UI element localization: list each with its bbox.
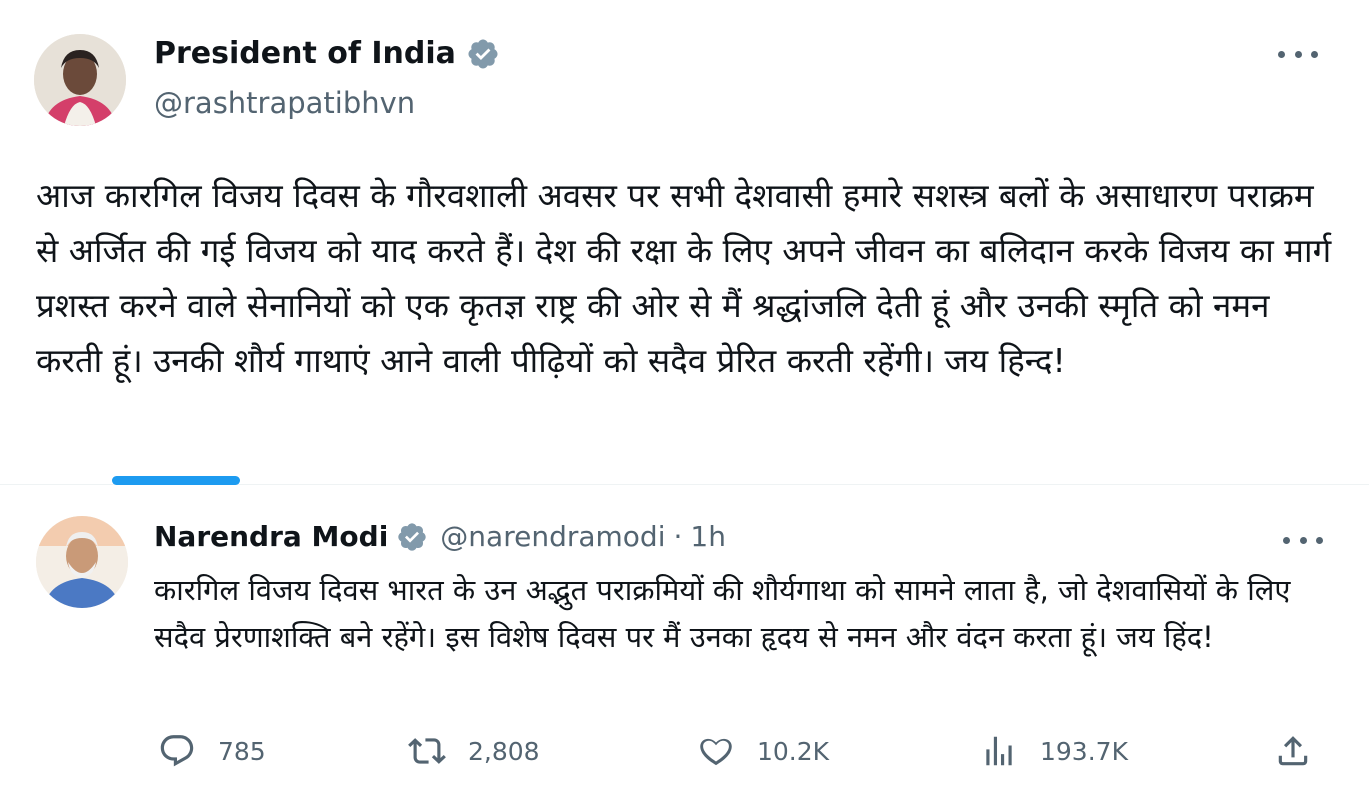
reply-count: 785 [218, 736, 266, 766]
reply-button[interactable]: 785 [158, 732, 266, 770]
views-button[interactable]: 193.7K [980, 732, 1128, 770]
avatar-president[interactable] [34, 34, 126, 126]
verified-badge-icon [468, 38, 498, 69]
reply-timestamp[interactable]: 1h [690, 520, 726, 553]
heart-icon [700, 738, 732, 766]
share-icon [1278, 736, 1308, 766]
more-options-icon[interactable] [1283, 530, 1323, 550]
reply-handle[interactable]: @narendramodi [440, 520, 665, 553]
like-count: 10.2K [757, 736, 830, 766]
views-count: 193.7K [1040, 736, 1128, 766]
repost-button[interactable]: 2,808 [408, 732, 540, 770]
post-text: आज कारगिल विजय दिवस के गौरवशाली अवसर पर … [36, 176, 1332, 380]
author-name[interactable]: President of India [154, 36, 456, 71]
repost-icon [408, 738, 446, 764]
scroll-indicator [112, 476, 240, 485]
reply-author-row: Narendra Modi @narendramodi · 1h [154, 520, 726, 553]
reply-author-name[interactable]: Narendra Modi [154, 520, 388, 553]
reply-text: कारगिल विजय दिवस भारत के उन अद्भुत पराक्… [154, 573, 1291, 654]
reply-icon [160, 735, 194, 767]
action-bar: 785 2,808 10.2K 193.7K [0, 732, 1369, 778]
verified-badge-icon [398, 522, 426, 551]
share-button[interactable] [1274, 732, 1334, 770]
more-options-icon[interactable] [1278, 44, 1318, 64]
repost-count: 2,808 [468, 736, 540, 766]
avatar-modi[interactable] [36, 516, 128, 608]
author-name-row: President of India [154, 36, 500, 71]
meta-separator: · [673, 520, 683, 553]
author-handle[interactable]: @rashtrapatibhvn [154, 86, 415, 120]
views-chart-icon [986, 736, 1012, 766]
like-button[interactable]: 10.2K [697, 732, 829, 770]
